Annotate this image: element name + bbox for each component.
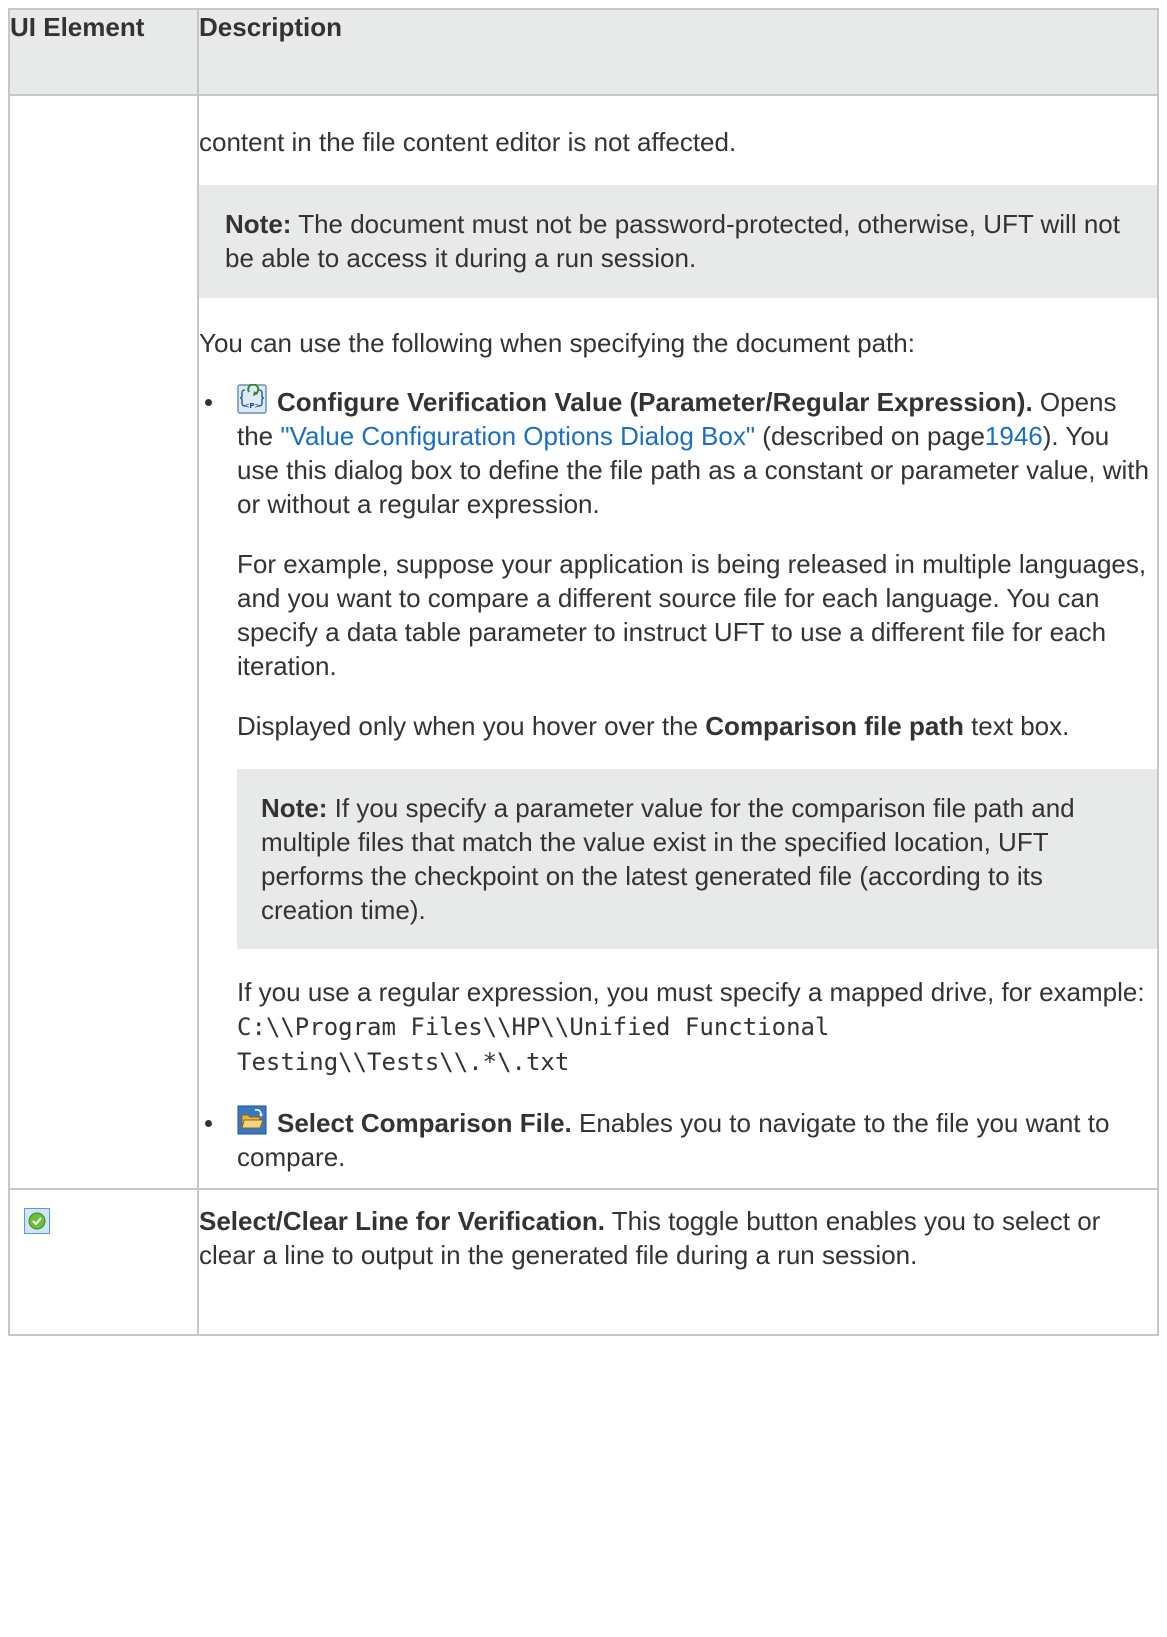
note-box: Note: If you specify a parameter value f… — [237, 769, 1157, 949]
verification-description: Select/Clear Line for Verification. This… — [199, 1190, 1157, 1272]
note-text: The document must not be password-protec… — [225, 209, 1120, 273]
ui-element-cell — [8, 1188, 199, 1336]
displayed-only-paragraph: Displayed only when you hover over the C… — [237, 709, 1157, 743]
displayed-prefix: Displayed only when you hover over the — [237, 711, 706, 741]
displayed-suffix: text box. — [963, 711, 1070, 741]
check-circle-icon[interactable] — [24, 1208, 50, 1234]
configure-verification-title: Configure Verification Value (Parameter/… — [277, 387, 1033, 417]
continuation-text: content in the file content editor is no… — [199, 127, 737, 157]
regex-code-example: C:\\Program Files\\HP\\Unified Functiona… — [237, 1013, 830, 1076]
note-label: Note: — [225, 209, 292, 239]
ui-element-table: UI Element Description content in the fi… — [8, 8, 1159, 1336]
bullet — [205, 399, 212, 406]
description-cell: content in the file content editor is no… — [197, 94, 1159, 1190]
document-page: UI Element Description content in the fi… — [0, 0, 1167, 1637]
list-item: <P> Configure Verification Value (Parame… — [199, 384, 1157, 1079]
note-label: Note: — [261, 793, 328, 823]
regex-text: If you use a regular expression, you mus… — [237, 977, 1145, 1007]
page-reference-link[interactable]: 1946 — [985, 421, 1043, 451]
select-comparison-file-title: Select Comparison File. — [277, 1108, 572, 1138]
table-header-row: UI Element Description — [8, 8, 1159, 96]
svg-text:<P>: <P> — [244, 402, 261, 410]
table-row: Select/Clear Line for Verification. This… — [8, 1188, 1159, 1336]
description-cell: Select/Clear Line for Verification. This… — [197, 1188, 1159, 1336]
ui-element-cell-empty — [8, 94, 199, 1190]
select-clear-line-title: Select/Clear Line for Verification. — [199, 1206, 606, 1236]
regex-paragraph: If you use a regular expression, you mus… — [237, 975, 1157, 1079]
parameter-icon[interactable]: <P> — [237, 384, 267, 414]
intro-text: You can use the following when specifyin… — [199, 328, 915, 358]
comparison-file-path-label: Comparison file path — [705, 711, 964, 741]
table-row: content in the file content editor is no… — [8, 94, 1159, 1190]
note-text: If you specify a parameter value for the… — [261, 793, 1075, 925]
header-ui-element: UI Element — [8, 8, 199, 96]
note-box: Note: The document must not be password-… — [199, 185, 1157, 298]
folder-open-icon[interactable] — [237, 1105, 267, 1135]
header-description: Description — [197, 8, 1159, 96]
value-configuration-link[interactable]: "Value Configuration Options Dialog Box" — [280, 421, 755, 451]
list-item: Select Comparison File. Enables you to n… — [199, 1105, 1157, 1188]
option-list: <P> Configure Verification Value (Parame… — [199, 384, 1157, 1188]
bullet — [205, 1120, 212, 1127]
item1-described-text: (described on page — [755, 421, 985, 451]
example-paragraph: For example, suppose your application is… — [237, 549, 1147, 681]
